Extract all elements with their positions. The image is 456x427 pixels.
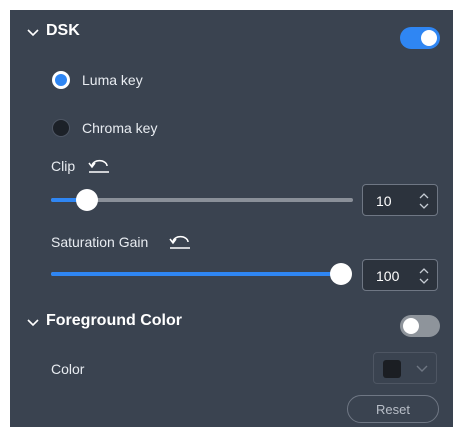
chroma-key-label[interactable]: Chroma key (82, 120, 157, 136)
reset-button[interactable]: Reset (347, 395, 439, 423)
chevron-down-icon (416, 365, 428, 372)
clip-label: Clip (51, 158, 76, 174)
saturation-gain-slider-thumb[interactable] (330, 263, 352, 285)
clip-number-input[interactable]: 10 (362, 184, 438, 216)
undo-arrow-icon[interactable] (87, 159, 111, 173)
foreground-color-toggle[interactable] (400, 315, 440, 337)
color-swatch (383, 360, 401, 378)
luma-key-radio[interactable] (52, 71, 70, 89)
saturation-gain-slider-fill (51, 272, 341, 276)
color-picker-select[interactable] (373, 352, 437, 384)
saturation-gain-value: 100 (376, 268, 400, 284)
dsk-title[interactable]: DSK (46, 22, 80, 40)
dsk-toggle[interactable] (400, 27, 440, 49)
clip-value: 10 (376, 193, 392, 209)
toggle-knob (421, 30, 437, 46)
color-label: Color (51, 361, 85, 377)
saturation-gain-label: Saturation Gain (51, 234, 149, 250)
saturation-gain-slider[interactable] (51, 263, 352, 285)
clip-slider[interactable] (51, 189, 353, 211)
up-down-chevron-icon[interactable] (419, 265, 429, 287)
radio-dot (55, 74, 67, 86)
luma-key-label[interactable]: Luma key (82, 72, 143, 88)
toggle-knob (403, 318, 419, 334)
chroma-key-radio[interactable] (52, 119, 70, 137)
clip-slider-thumb[interactable] (76, 189, 98, 211)
up-down-chevron-icon[interactable] (419, 190, 429, 212)
chevron-down-icon[interactable] (26, 28, 40, 38)
saturation-gain-number-input[interactable]: 100 (362, 259, 438, 291)
chevron-down-icon[interactable] (26, 318, 40, 328)
dsk-panel: DSK Luma key Chroma key Clip 10 Saturati… (10, 10, 453, 427)
undo-arrow-icon[interactable] (168, 235, 192, 249)
foreground-color-title[interactable]: Foreground Color (46, 312, 182, 330)
